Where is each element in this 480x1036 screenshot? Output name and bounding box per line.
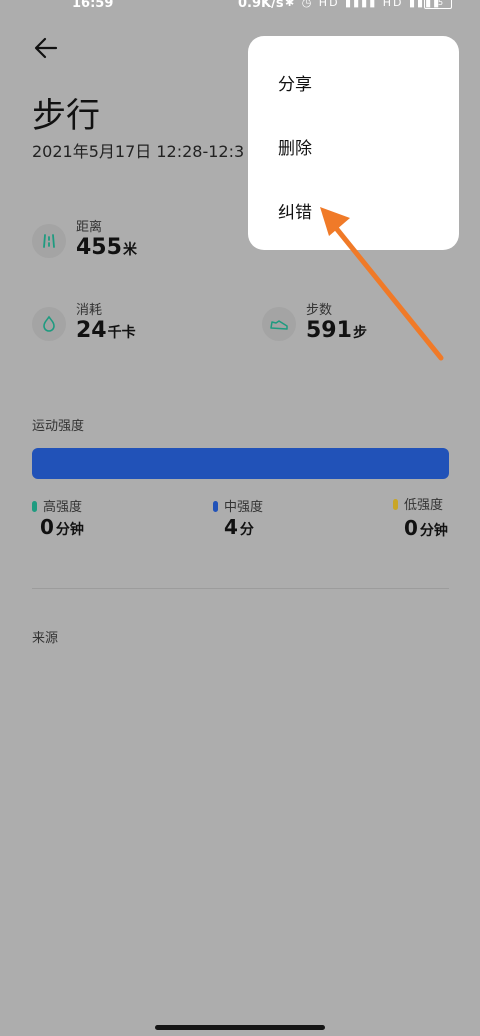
- calories-value: 24: [76, 318, 107, 343]
- stat-label: 步数: [306, 303, 333, 318]
- stat-label: 距离: [76, 220, 103, 235]
- flame-icon: [32, 307, 66, 341]
- stat-value: 24千卡: [76, 318, 136, 343]
- level-label: 高强度: [43, 500, 83, 515]
- stat-label: 消耗: [76, 303, 103, 318]
- medium-dot: [213, 501, 218, 512]
- level-value: 0 分钟: [40, 515, 84, 539]
- shoe-icon: [262, 307, 296, 341]
- low-unit: 分钟: [419, 523, 448, 539]
- intensity-low: 低强度 0 分钟: [393, 494, 448, 540]
- menu-item-share[interactable]: 分享: [278, 70, 312, 95]
- level-value: 4分: [224, 515, 254, 539]
- high-dot: [32, 501, 37, 512]
- intensity-medium: 中强度 4分: [213, 496, 264, 539]
- distance-value: 455: [76, 235, 122, 260]
- status-bar: 16:59 0.9K/s ✱ ◷ HD ▮▮▮▮ HD ▮▮▮▮ 75: [0, 0, 480, 14]
- medium-unit: 分: [239, 522, 254, 538]
- activity-datetime: 2021年5月17日 12:28-12:3: [32, 142, 245, 161]
- level-value: 0 分钟: [404, 516, 448, 540]
- menu-item-correct[interactable]: 纠错: [278, 198, 312, 223]
- distance-icon: [32, 224, 66, 258]
- divider: [32, 588, 449, 589]
- home-indicator[interactable]: [155, 1025, 325, 1030]
- steps-unit: 步: [352, 325, 367, 341]
- status-icons: ✱ ◷ HD ▮▮▮▮ HD ▮▮▮▮: [285, 0, 442, 9]
- intensity-high: 高强度 0 分钟: [32, 496, 84, 539]
- overflow-menu: 分享 删除 纠错: [248, 36, 459, 250]
- intensity-bar: [32, 448, 449, 479]
- back-button[interactable]: [32, 34, 60, 62]
- status-time: 16:59: [72, 0, 114, 11]
- low-value: 0: [404, 516, 418, 540]
- stat-value: 591步: [306, 318, 367, 343]
- stat-value: 455米: [76, 235, 137, 260]
- menu-item-delete[interactable]: 删除: [278, 134, 312, 159]
- calories-unit: 千卡: [107, 325, 136, 341]
- distance-unit: 米: [122, 242, 137, 258]
- network-speed: 0.9K/s: [238, 0, 284, 11]
- high-unit: 分钟: [55, 522, 84, 538]
- page-title: 步行: [32, 96, 100, 136]
- medium-value: 4: [224, 515, 238, 539]
- source-label: 来源: [32, 631, 59, 646]
- steps-value: 591: [306, 318, 352, 343]
- level-label: 中强度: [224, 500, 264, 515]
- low-dot: [393, 499, 398, 510]
- intensity-label: 运动强度: [32, 419, 85, 434]
- high-value: 0: [40, 515, 54, 539]
- level-label: 低强度: [404, 498, 444, 513]
- arrow-left-icon: [34, 37, 58, 59]
- battery-icon: 75: [424, 0, 452, 9]
